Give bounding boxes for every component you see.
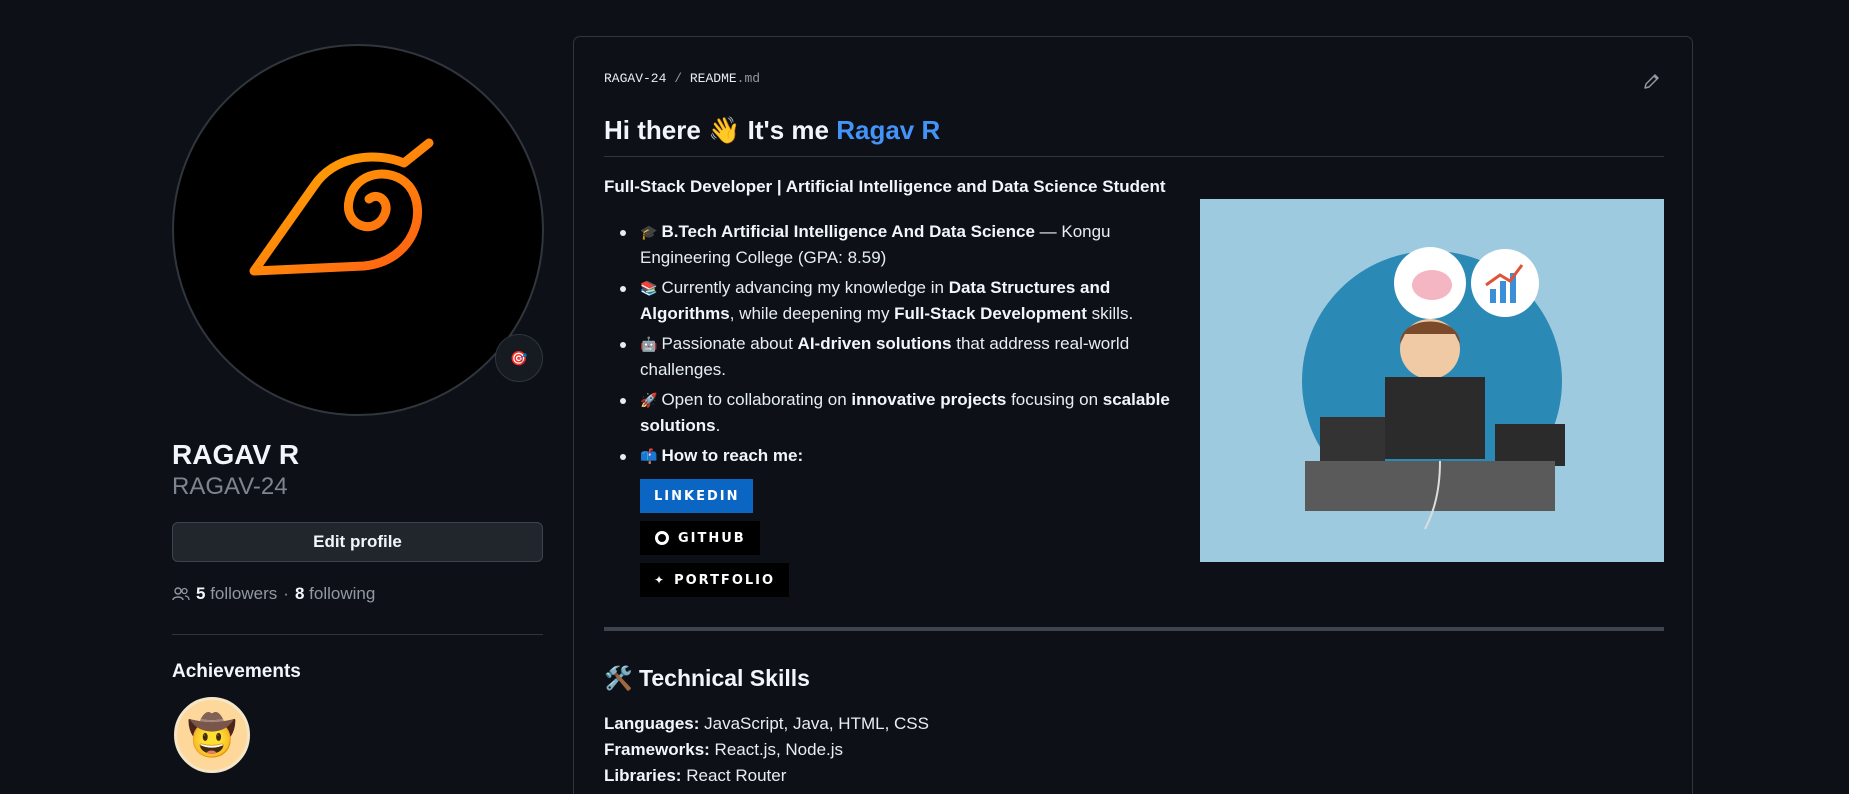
heading-middle: It's me bbox=[747, 115, 829, 145]
learn-bold-fullstack: Full-Stack Development bbox=[894, 304, 1087, 323]
path-ext: .md bbox=[736, 71, 761, 86]
frameworks-value: React.js, Node.js bbox=[709, 740, 844, 759]
mailbox-icon: 📫 bbox=[640, 448, 658, 464]
following-label: following bbox=[309, 584, 376, 603]
profile-username: RAGAV-24 bbox=[172, 473, 288, 500]
languages-label: Languages: bbox=[604, 714, 700, 733]
avatar[interactable]: 🎯 bbox=[172, 44, 544, 416]
readme-path: RAGAV-24 / README.md bbox=[604, 71, 760, 86]
github-label: GITHUB bbox=[678, 530, 746, 546]
followers-count: 5 bbox=[196, 584, 206, 603]
github-icon bbox=[655, 531, 669, 545]
sparkle-icon: ✦ bbox=[654, 573, 667, 587]
followers-label: followers bbox=[210, 584, 278, 603]
skills-heading: 🛠️ Technical Skills bbox=[604, 665, 810, 692]
github-badge[interactable]: GITHUB bbox=[640, 521, 760, 555]
skills-row-frameworks: Frameworks: React.js, Node.js bbox=[604, 737, 929, 763]
intro-list: 🎓 B.Tech Artificial Intelligence And Data… bbox=[604, 219, 1184, 473]
collab-text-c: . bbox=[715, 416, 721, 435]
linkedin-badge[interactable]: LINKEDIN bbox=[640, 479, 754, 513]
list-item: 📚 Currently advancing my knowledge in Dat… bbox=[604, 275, 1184, 327]
collab-text-b: focusing on bbox=[1006, 390, 1103, 409]
list-item: 📫 How to reach me: bbox=[604, 443, 1184, 469]
portfolio-badge[interactable]: ✦ PORTFOLIO bbox=[640, 563, 790, 597]
path-separator: / bbox=[674, 71, 683, 86]
follow-separator: · bbox=[283, 584, 289, 603]
sidebar-divider bbox=[172, 634, 543, 635]
skills-row-libraries: Libraries: React Router bbox=[604, 763, 929, 789]
profile-sidebar: 🎯 RAGAV R RAGAV-24 Edit profile 5 follow… bbox=[172, 44, 544, 773]
heading-name: Ragav R bbox=[836, 115, 941, 145]
portfolio-label: PORTFOLIO bbox=[674, 572, 776, 588]
list-item: 🚀 Open to collaborating on innovative pro… bbox=[604, 387, 1184, 439]
achievement-badge[interactable]: 🤠 bbox=[174, 697, 250, 773]
books-icon: 📚 bbox=[640, 280, 658, 296]
ai-text-a: Passionate about bbox=[661, 334, 798, 353]
libraries-value: React Router bbox=[681, 766, 787, 785]
achievements-title: Achievements bbox=[172, 661, 301, 682]
section-divider bbox=[604, 627, 1664, 631]
profile-page: 🎯 RAGAV R RAGAV-24 Edit profile 5 follow… bbox=[0, 0, 1849, 794]
ai-bold: AI-driven solutions bbox=[797, 334, 952, 353]
people-icon bbox=[172, 587, 190, 601]
leaf-village-swirl-icon bbox=[249, 138, 434, 276]
heading-prefix: Hi there bbox=[604, 115, 701, 145]
list-item: 🎓 B.Tech Artificial Intelligence And Data… bbox=[604, 219, 1184, 271]
readme-heading: Hi there 👋 It's me Ragav R bbox=[604, 115, 1664, 157]
frameworks-label: Frameworks: bbox=[604, 740, 710, 759]
contact-badges: LINKEDIN GITHUB ✦ PORTFOLIO bbox=[640, 471, 790, 597]
cowboy-icon: 🤠 bbox=[187, 713, 237, 758]
set-status-button[interactable]: 🎯 bbox=[495, 334, 543, 382]
learn-text-b: , while deepening my bbox=[729, 304, 895, 323]
hammer-wrench-icon: 🛠️ bbox=[604, 665, 633, 691]
following-link[interactable]: 8 following bbox=[295, 584, 375, 604]
skills-row-languages: Languages: JavaScript, Java, HTML, CSS bbox=[604, 711, 929, 737]
robot-icon: 🤖 bbox=[640, 336, 658, 352]
edu-degree: B.Tech Artificial Intelligence And Data … bbox=[661, 222, 1035, 241]
pencil-icon[interactable] bbox=[1642, 71, 1662, 91]
skills-heading-text: Technical Skills bbox=[639, 665, 810, 691]
readme-subtitle: Full-Stack Developer | Artificial Intell… bbox=[604, 177, 1166, 196]
skills-list: Languages: JavaScript, Java, HTML, CSS F… bbox=[604, 711, 929, 789]
target-icon: 🎯 bbox=[510, 349, 528, 366]
libraries-label: Libraries: bbox=[604, 766, 682, 785]
graduation-cap-icon: 🎓 bbox=[640, 224, 658, 240]
path-owner[interactable]: RAGAV-24 bbox=[604, 71, 666, 86]
rocket-icon: 🚀 bbox=[640, 392, 658, 408]
reach-label: How to reach me: bbox=[661, 446, 804, 465]
learn-text-c: skills. bbox=[1086, 304, 1134, 323]
linkedin-label: LINKEDIN bbox=[654, 488, 740, 504]
readme-card: RAGAV-24 / README.md Hi there 👋 It's me … bbox=[573, 36, 1693, 794]
collab-text-a: Open to collaborating on bbox=[661, 390, 852, 409]
followers-link[interactable]: 5 followers bbox=[196, 584, 277, 604]
following-count: 8 bbox=[294, 584, 305, 603]
collab-bold-projects: innovative projects bbox=[851, 390, 1007, 409]
languages-value: JavaScript, Java, HTML, CSS bbox=[699, 714, 929, 733]
list-item: 🤖 Passionate about AI-driven solutions th… bbox=[604, 331, 1184, 383]
follow-stats: 5 followers · 8 following bbox=[172, 584, 544, 604]
profile-full-name: RAGAV R bbox=[172, 439, 300, 470]
wave-icon: 👋 bbox=[708, 115, 741, 145]
edit-profile-button[interactable]: Edit profile bbox=[172, 522, 543, 562]
learn-text-a: Currently advancing my knowledge in bbox=[661, 278, 949, 297]
path-file[interactable]: README bbox=[690, 71, 737, 86]
developer-illustration bbox=[1200, 199, 1664, 562]
